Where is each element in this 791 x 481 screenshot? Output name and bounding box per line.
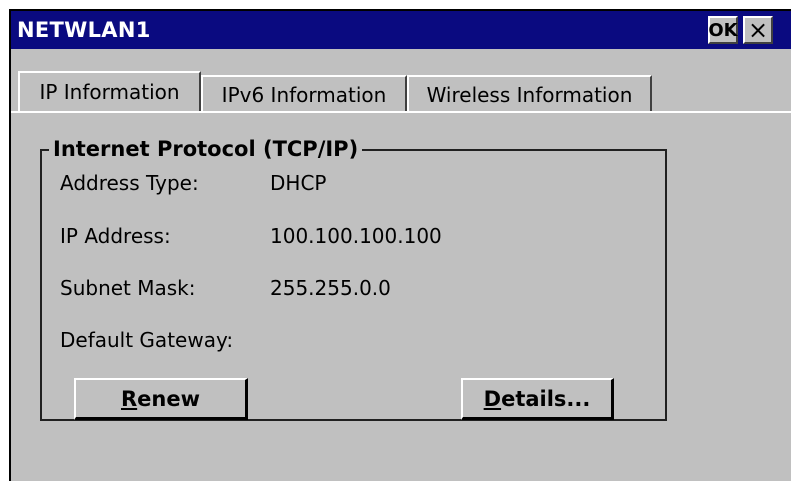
details-label: etails... (501, 386, 591, 411)
details-button[interactable]: Details... (461, 378, 614, 420)
address-type-value: DHCP (270, 171, 327, 195)
default-gateway-label: Default Gateway: (60, 328, 234, 352)
tab-ipv6-information[interactable]: IPv6 Information (201, 75, 407, 112)
details-mnemonic: D (483, 386, 502, 411)
subnet-mask-value: 255.255.0.0 (270, 276, 391, 300)
renew-button[interactable]: Renew (74, 378, 248, 420)
tab-divider (11, 111, 791, 113)
tab-wireless-information[interactable]: Wireless Information (407, 75, 652, 112)
address-type-label: Address Type: (60, 171, 199, 195)
subnet-mask-label: Subnet Mask: (60, 276, 196, 300)
ok-button[interactable]: OK (708, 16, 738, 44)
title-bar: NETWLAN1 OK × (11, 11, 791, 49)
window-title: NETWLAN1 (17, 18, 151, 42)
close-button[interactable]: × (743, 16, 773, 44)
dialog-window: NETWLAN1 OK × IP Information IPv6 Inform… (9, 9, 791, 481)
renew-label: enew (137, 386, 200, 411)
groupbox-title: Internet Protocol (TCP/IP) (49, 137, 363, 161)
ip-address-value: 100.100.100.100 (270, 224, 442, 248)
tab-strip: IP Information IPv6 Information Wireless… (11, 49, 791, 112)
renew-mnemonic: R (120, 386, 138, 411)
ip-address-label: IP Address: (60, 224, 171, 248)
tab-ip-information[interactable]: IP Information (18, 71, 201, 111)
